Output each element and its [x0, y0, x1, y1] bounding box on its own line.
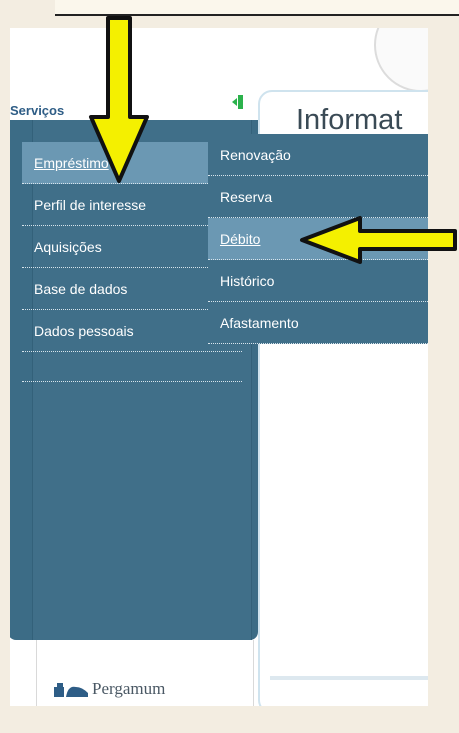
- pergamum-logo-icon: [54, 683, 88, 697]
- menu-spacer: [22, 352, 242, 382]
- decorative-circle: [374, 28, 428, 92]
- top-strip: [55, 0, 459, 16]
- submenu-item-label: Afastamento: [220, 314, 299, 331]
- submenu-item-label: Reserva: [220, 188, 273, 205]
- content-bottom-line: [270, 676, 428, 680]
- submenu-item-renovacao[interactable]: Renovação: [208, 134, 428, 176]
- submenu-item-afastamento[interactable]: Afastamento: [208, 302, 428, 344]
- yellow-arrow-left-icon: [300, 216, 457, 264]
- yellow-arrow-down-icon: [89, 16, 149, 183]
- submenu-item-label: Histórico: [220, 272, 275, 289]
- content-heading: Informat: [296, 104, 403, 136]
- menu-item-label: Aquisições: [34, 238, 102, 255]
- pergamum-logo: Pergamum: [54, 679, 165, 699]
- submenu-item-historico[interactable]: Histórico: [208, 260, 428, 302]
- submenu-item-reserva[interactable]: Reserva: [208, 176, 428, 218]
- services-title: Serviços: [10, 103, 65, 118]
- logo-text: Pergamum: [92, 679, 166, 698]
- menu-item-label: Perfil de interesse: [34, 196, 147, 213]
- menu-item-label: Base de dados: [34, 280, 128, 297]
- exit-icon[interactable]: [232, 94, 246, 110]
- page-canvas: Informat Serviços Empréstimo Perfil de i…: [10, 28, 428, 706]
- submenu-item-label: Renovação: [220, 146, 291, 163]
- menu-item-label: Dados pessoais: [34, 322, 134, 339]
- submenu-item-label: Débito: [220, 230, 261, 247]
